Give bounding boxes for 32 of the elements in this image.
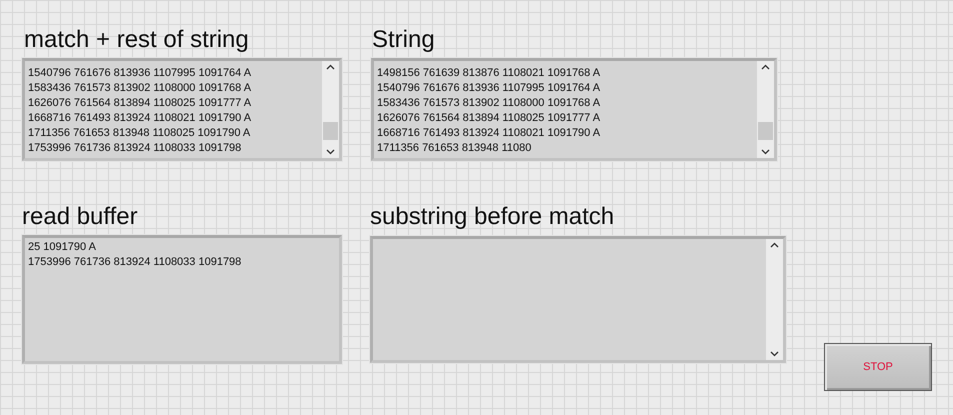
- scrollbar[interactable]: [757, 61, 774, 158]
- scrollbar[interactable]: [322, 61, 339, 158]
- text-line: 1626076 761564 813894 1108025 1091777 A: [377, 111, 602, 126]
- indicator-label: read buffer: [22, 203, 138, 231]
- scroll-down-icon[interactable]: [326, 149, 335, 155]
- string-indicator[interactable]: [371, 58, 777, 161]
- scroll-up-icon[interactable]: [326, 64, 335, 70]
- text-line: 1626076 761564 813894 1108025 1091777 A: [28, 96, 252, 111]
- text-line: 1498156 761639 813876 1108021 1091768 A: [377, 66, 602, 81]
- scroll-down-icon[interactable]: [761, 149, 770, 155]
- scroll-thumb[interactable]: [323, 122, 338, 140]
- text-line: 25 1091790 A: [28, 240, 97, 255]
- scrollbar[interactable]: [766, 239, 783, 360]
- text-line: 1540796 761676 813936 1107995 1091764 A: [28, 66, 252, 81]
- text-line: 1583436 761573 813902 1108000 1091768 A: [28, 81, 252, 96]
- string-indicator[interactable]: 25 1091790 A 1753996 761736 813924 1108033 1091798: [22, 235, 342, 364]
- text-line: 1540796 761676 813936 1107995 1091764 A: [377, 81, 602, 96]
- text-line: 1753996 761736 813924 1108033 1091798: [28, 255, 242, 270]
- scroll-down-icon[interactable]: [770, 351, 779, 357]
- scroll-up-icon[interactable]: [770, 242, 779, 248]
- string-indicator[interactable]: [22, 58, 342, 161]
- scroll-thumb[interactable]: [758, 122, 773, 140]
- indicator-label: String: [372, 26, 435, 54]
- text-line: 1753996 761736 813924 1108033 1091798: [28, 141, 242, 156]
- indicator-label: substring before match: [370, 203, 614, 231]
- text-line: 1711356 761653 813948 1108025 1091790 A: [28, 126, 252, 141]
- text-line: 1668716 761493 813924 1108021 1091790 A: [377, 126, 602, 141]
- scroll-up-icon[interactable]: [761, 64, 770, 70]
- indicator-label: match + rest of string: [24, 26, 249, 54]
- text-line: 1668716 761493 813924 1108021 1091790 A: [28, 111, 252, 126]
- text-line: 1711356 761653 813948 11080: [377, 141, 532, 156]
- text-line: 1583436 761573 813902 1108000 1091768 A: [377, 96, 602, 111]
